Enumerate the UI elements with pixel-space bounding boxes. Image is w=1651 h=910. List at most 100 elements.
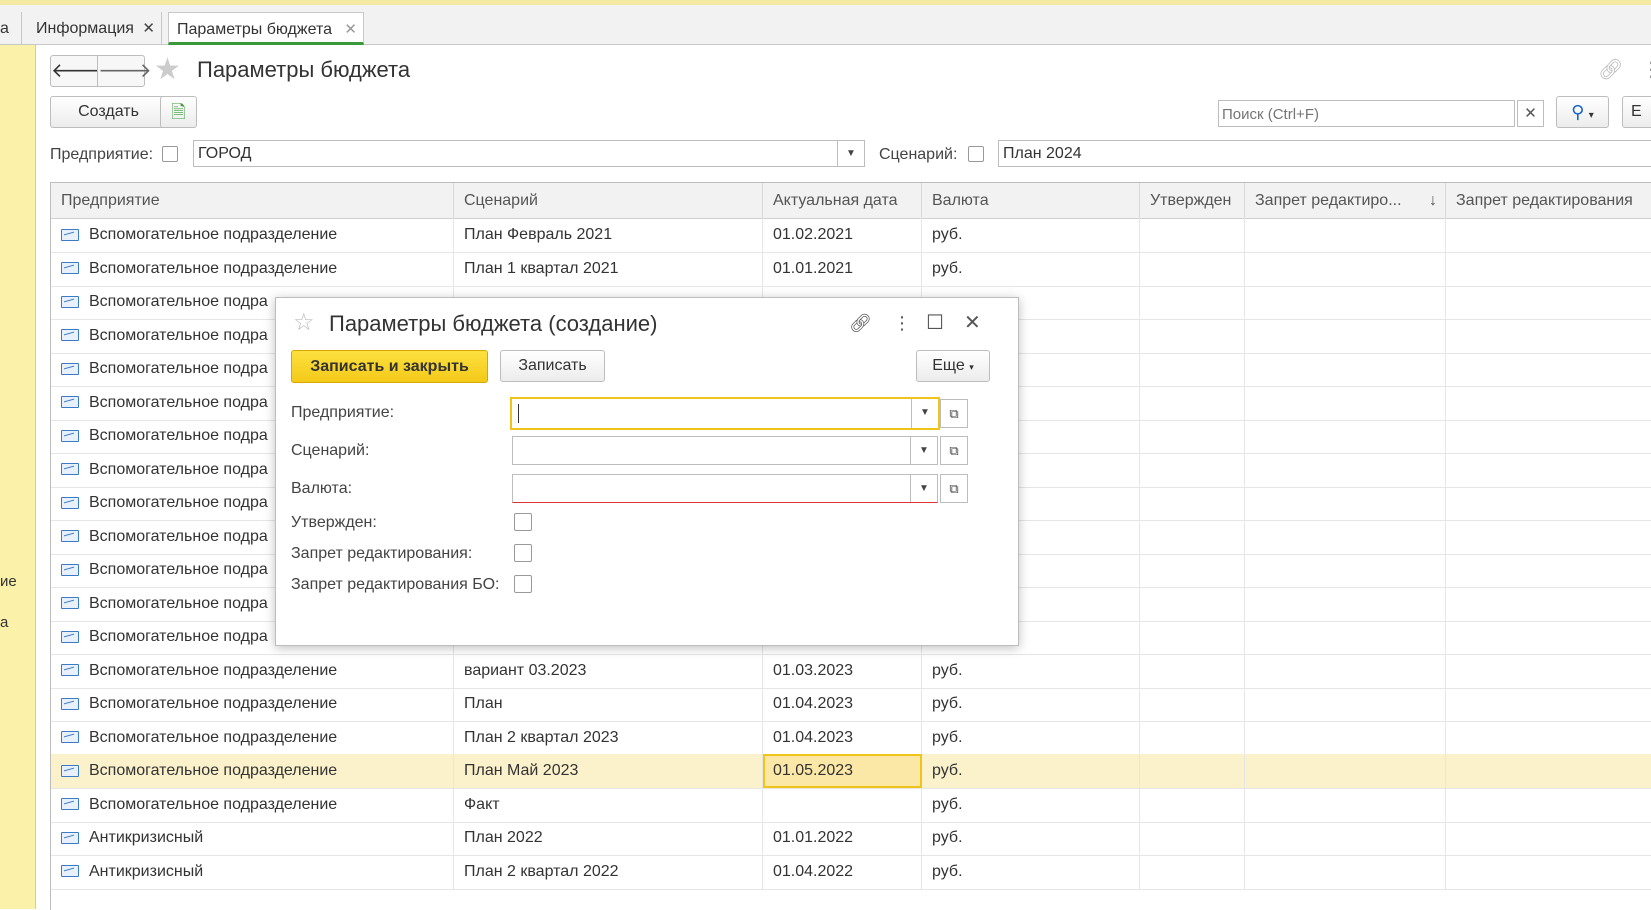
cell-currency[interactable]: руб.	[922, 754, 1140, 788]
cell-empty[interactable]	[1140, 854, 1245, 889]
favorite-star-icon[interactable]: ★	[154, 52, 181, 87]
cell-empty[interactable]	[1140, 352, 1245, 386]
cell-empty[interactable]	[1140, 720, 1245, 755]
cell-empty[interactable]	[1140, 553, 1245, 587]
cell-empty[interactable]	[1446, 285, 1651, 319]
table-row[interactable]: Антикризисный План 2022 01.01.2022 руб.	[51, 821, 1651, 856]
table-row[interactable]: Вспомогательное подразделение Факт руб.	[51, 787, 1651, 823]
cell-scenario[interactable]: вариант 03.2023	[454, 653, 763, 688]
scenario-filter-field[interactable]: План 2024	[998, 140, 1651, 167]
cell-empty[interactable]	[1140, 687, 1245, 721]
cell-empty[interactable]	[1446, 218, 1651, 252]
cell-empty[interactable]	[1245, 519, 1446, 554]
cell-empty[interactable]	[1140, 318, 1245, 353]
cell-date[interactable]: 01.02.2021	[763, 218, 922, 252]
cell-empty[interactable]	[1446, 352, 1651, 386]
currency-field[interactable]: ▼	[512, 474, 938, 503]
enterprise-field[interactable]: ▼	[510, 397, 940, 430]
cell-empty[interactable]	[1446, 587, 1651, 621]
cell-scenario[interactable]: План 2 квартал 2023	[454, 720, 763, 755]
cell-currency[interactable]: руб.	[922, 821, 1140, 855]
cell-date[interactable]: 01.04.2023	[763, 687, 922, 721]
cell-empty[interactable]	[1245, 251, 1446, 286]
cell-empty[interactable]	[1140, 821, 1245, 855]
column-header-approved[interactable]: Утвержден	[1140, 183, 1245, 218]
table-row[interactable]: Вспомогательное подразделение План 1 квар…	[51, 251, 1651, 287]
cell-enterprise[interactable]: Вспомогательное подразделение	[51, 653, 454, 688]
column-header-enterprise[interactable]: Предприятие	[51, 183, 454, 218]
cell-enterprise[interactable]: Вспомогательное подразделение	[51, 754, 454, 788]
cell-empty[interactable]	[1245, 553, 1446, 587]
add-copy-button[interactable]: 🗎	[160, 96, 197, 128]
search-input[interactable]	[1219, 101, 1484, 127]
chevron-down-icon[interactable]: ▼	[910, 475, 937, 502]
close-icon[interactable]: ✕	[142, 12, 155, 45]
table-row[interactable]: Вспомогательное подразделение План 2 квар…	[51, 720, 1651, 756]
approved-checkbox[interactable]	[514, 513, 532, 531]
tab-budget-params[interactable]: Параметры бюджета ✕	[168, 12, 364, 45]
cell-currency[interactable]: руб.	[922, 251, 1140, 286]
cell-currency[interactable]: руб.	[922, 653, 1140, 688]
cell-date[interactable]	[763, 787, 922, 822]
cell-empty[interactable]	[1245, 285, 1446, 319]
cell-scenario[interactable]: План 2 квартал 2022	[454, 854, 763, 889]
close-icon[interactable]: ✕	[344, 13, 357, 46]
chevron-down-icon[interactable]: ▼	[910, 437, 937, 464]
enterprise-filter-checkbox[interactable]	[162, 146, 178, 162]
cell-empty[interactable]	[1446, 687, 1651, 721]
cell-empty[interactable]	[1446, 821, 1651, 855]
open-icon[interactable]: ⧉	[940, 474, 968, 503]
chevron-down-icon[interactable]: ▼	[911, 399, 938, 428]
column-header-date[interactable]: Актуальная дата	[763, 183, 922, 218]
back-button[interactable]: 🡐	[50, 55, 105, 87]
cell-scenario[interactable]: План Май 2023	[454, 754, 763, 788]
cell-date[interactable]: 01.04.2022	[763, 854, 922, 889]
cell-date[interactable]: 01.01.2022	[763, 821, 922, 855]
left-panel-item[interactable]: ие	[0, 573, 17, 590]
left-panel-item[interactable]: а	[0, 614, 8, 631]
favorite-star-icon[interactable]: ☆	[293, 308, 315, 337]
cell-empty[interactable]	[1446, 855, 1651, 889]
more-vertical-icon[interactable]: ⋮	[1641, 57, 1651, 82]
table-row[interactable]: Вспомогательное подразделение вариант 03.…	[51, 653, 1651, 689]
cell-empty[interactable]	[1446, 386, 1651, 420]
cell-scenario[interactable]: План 1 квартал 2021	[454, 251, 763, 286]
cell-empty[interactable]	[1140, 653, 1245, 688]
cell-date[interactable]: 01.04.2023	[763, 720, 922, 755]
cell-enterprise[interactable]: Вспомогательное подразделение	[51, 251, 454, 286]
cell-empty[interactable]	[1245, 385, 1446, 420]
cell-empty[interactable]	[1446, 319, 1651, 353]
cell-enterprise[interactable]: Вспомогательное подразделение	[51, 787, 454, 822]
search-clear-button[interactable]: ✕	[1517, 100, 1544, 127]
cell-empty[interactable]	[1140, 285, 1245, 319]
cell-empty[interactable]	[1245, 687, 1446, 721]
table-row[interactable]: Вспомогательное подразделение План 01.04.2…	[51, 687, 1651, 722]
tab-information[interactable]: Информация ✕	[28, 12, 162, 45]
cell-empty[interactable]	[1446, 654, 1651, 688]
cell-empty[interactable]	[1245, 821, 1446, 855]
table-row[interactable]: Вспомогательное подразделение План Май 20…	[51, 754, 1651, 789]
save-and-close-button[interactable]: Записать и закрыть	[291, 350, 488, 383]
cell-scenario[interactable]: Факт	[454, 787, 763, 822]
cell-empty[interactable]	[1140, 787, 1245, 822]
scenario-filter-checkbox[interactable]	[968, 146, 984, 162]
edit-ban-checkbox[interactable]	[514, 544, 532, 562]
table-row[interactable]: Антикризисный План 2 квартал 2022 01.04.20…	[51, 854, 1651, 890]
link-icon[interactable]: 🔗︎	[849, 313, 872, 334]
cell-empty[interactable]	[1245, 787, 1446, 822]
cell-empty[interactable]	[1245, 218, 1446, 252]
cell-empty[interactable]	[1140, 419, 1245, 453]
cell-empty[interactable]	[1245, 653, 1446, 688]
cell-currency[interactable]: руб.	[922, 218, 1140, 252]
save-button[interactable]: Записать	[500, 350, 605, 382]
cell-empty[interactable]	[1446, 553, 1651, 587]
column-header-scenario[interactable]: Сценарий	[454, 183, 763, 218]
cell-enterprise[interactable]: Антикризисный	[51, 821, 454, 855]
cell-empty[interactable]	[1245, 854, 1446, 889]
cell-empty[interactable]	[1140, 486, 1245, 520]
cell-empty[interactable]	[1140, 385, 1245, 420]
column-header-currency[interactable]: Валюта	[922, 183, 1140, 218]
cell-empty[interactable]	[1245, 620, 1446, 654]
cell-empty[interactable]	[1140, 519, 1245, 554]
link-icon[interactable]: 🔗︎	[1598, 57, 1623, 82]
